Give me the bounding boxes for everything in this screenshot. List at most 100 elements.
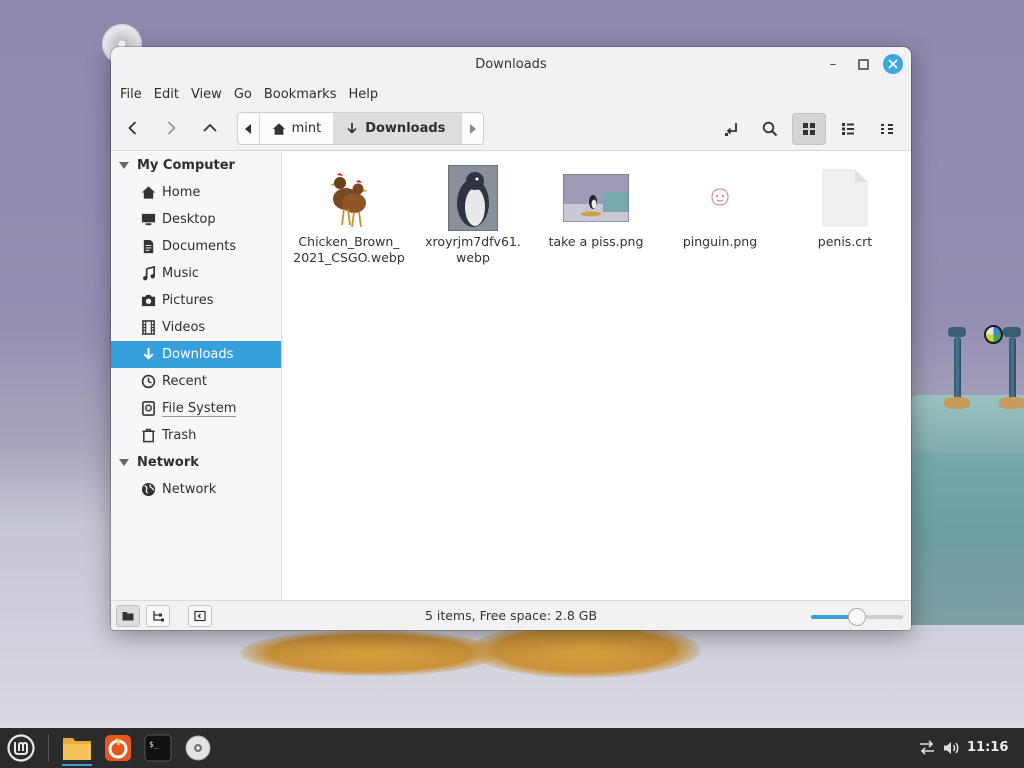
sidebar-item-downloads[interactable]: Downloads	[111, 341, 281, 368]
sidebar-item-desktop[interactable]: Desktop	[111, 206, 281, 233]
collapse-triangle-icon	[119, 162, 129, 169]
menu-help[interactable]: Help	[342, 87, 384, 102]
sidebar-item-label: Recent	[162, 374, 207, 389]
drive-icon	[140, 401, 156, 417]
sidebar-item-label: Network	[162, 482, 217, 497]
sidebar-section-network[interactable]: Network	[111, 449, 281, 476]
file-view[interactable]: Chicken_Brown_ 2021_CSGO.webp xroyrjm7df…	[283, 152, 911, 600]
sidebar-section-title: My Computer	[137, 158, 235, 173]
menu-view[interactable]: View	[185, 87, 228, 102]
title-bar[interactable]: Downloads –	[111, 47, 911, 81]
close-button[interactable]	[883, 54, 903, 74]
file-item[interactable]: Chicken_Brown_ 2021_CSGO.webp	[287, 164, 411, 266]
zoom-slider-handle[interactable]	[848, 608, 866, 626]
clock-icon	[140, 374, 156, 390]
chevron-left-icon	[128, 121, 137, 135]
file-item[interactable]: penis.crt	[783, 164, 907, 250]
grid-icon	[803, 123, 815, 135]
breadcrumb-scroll-right[interactable]	[461, 113, 483, 144]
sidebar: My Computer Home Desktop Documents Music…	[111, 152, 282, 600]
home-icon	[140, 185, 156, 201]
sidebar-item-videos[interactable]: Videos	[111, 314, 281, 341]
start-menu-button[interactable]	[5, 733, 37, 763]
taskbar-firefox-app[interactable]	[101, 730, 135, 766]
volume-icon	[944, 742, 959, 754]
list-view-button[interactable]	[831, 113, 865, 145]
back-button[interactable]	[117, 113, 149, 143]
up-button[interactable]	[194, 113, 226, 143]
globe-icon	[140, 482, 156, 498]
sidebar-item-trash[interactable]: Trash	[111, 422, 281, 449]
minimize-button[interactable]: –	[823, 54, 843, 74]
file-name: penis.crt	[817, 234, 873, 249]
file-item[interactable]: take a piss.png	[534, 164, 658, 250]
network-tray-icon[interactable]	[918, 728, 936, 768]
sidebar-item-home[interactable]: Home	[111, 179, 281, 206]
sidebar-item-recent[interactable]: Recent	[111, 368, 281, 395]
icon-view-button[interactable]	[792, 113, 826, 145]
search-button[interactable]	[753, 113, 787, 145]
network-disconnected-icon	[920, 740, 934, 755]
svg-text:$_: $_	[149, 740, 159, 749]
sidebar-item-label: Desktop	[162, 212, 216, 227]
clock[interactable]: 11:16	[967, 740, 1008, 755]
home-icon	[272, 122, 285, 135]
taskbar-terminal-app[interactable]: $_	[141, 730, 175, 766]
download-icon	[347, 122, 357, 134]
menu-file[interactable]: File	[114, 87, 148, 102]
volume-tray-icon[interactable]	[943, 728, 961, 768]
bathroom-image	[534, 164, 658, 232]
maximize-button[interactable]	[853, 54, 873, 74]
search-icon	[762, 121, 778, 137]
taskbar-disc-app[interactable]	[181, 730, 215, 766]
breadcrumb-home-label: mint	[291, 121, 322, 136]
status-bar: 5 items, Free space: 2.8 GB	[111, 600, 911, 630]
sidebar-item-documents[interactable]: Documents	[111, 233, 281, 260]
breadcrumb-home[interactable]: mint	[260, 113, 334, 144]
breadcrumb-downloads-label: Downloads	[365, 121, 446, 136]
music-icon	[140, 266, 156, 282]
sidebar-section-title: Network	[137, 455, 199, 470]
sidebar-item-label: Trash	[162, 428, 197, 443]
sidebar-section-my-computer[interactable]: My Computer	[111, 152, 281, 179]
sidebar-item-pictures[interactable]: Pictures	[111, 287, 281, 314]
firefox-icon	[105, 735, 131, 761]
pinguin-sketch-image	[658, 164, 782, 232]
forward-button[interactable]	[155, 113, 187, 143]
triangle-right-icon	[469, 123, 476, 134]
file-item[interactable]: pinguin.png	[658, 164, 782, 250]
menu-go[interactable]: Go	[228, 87, 258, 102]
busy-cursor-icon	[984, 325, 1003, 344]
menu-bookmarks[interactable]: Bookmarks	[258, 87, 343, 102]
sidebar-item-music[interactable]: Music	[111, 260, 281, 287]
open-terminal-button[interactable]	[715, 113, 749, 145]
document-icon	[140, 239, 156, 255]
breadcrumb-downloads[interactable]: Downloads	[333, 113, 462, 144]
breadcrumb-scroll-left[interactable]	[238, 113, 260, 144]
menu-edit[interactable]: Edit	[148, 87, 185, 102]
camera-icon	[140, 293, 156, 309]
menu-bar: File Edit View Go Bookmarks Help	[111, 81, 911, 107]
file-item[interactable]: xroyrjm7dfv61. webp	[411, 164, 535, 266]
sidebar-item-label: Home	[162, 185, 201, 200]
penguin-image	[411, 164, 535, 232]
compact-list-icon	[881, 124, 893, 134]
toolbar: mint Downloads	[111, 107, 911, 151]
triangle-left-icon	[245, 123, 252, 134]
compact-view-button[interactable]	[870, 113, 904, 145]
zoom-slider[interactable]	[811, 608, 903, 626]
sidebar-item-file-system[interactable]: File System	[111, 395, 281, 422]
film-icon	[140, 320, 156, 336]
sidebar-item-label: Music	[162, 266, 199, 281]
trash-icon	[140, 428, 156, 444]
sidebar-item-label: Downloads	[162, 347, 234, 362]
taskbar-files-app[interactable]	[60, 730, 94, 766]
file-name: Chicken_Brown_ 2021_CSGO.webp	[293, 234, 405, 265]
window-title: Downloads	[475, 56, 547, 72]
file-name: take a piss.png	[548, 234, 644, 249]
status-text: 5 items, Free space: 2.8 GB	[424, 608, 598, 623]
sidebar-item-label: Documents	[162, 239, 237, 254]
folder-icon	[63, 738, 91, 760]
mint-logo-icon	[7, 734, 35, 762]
sidebar-item-network[interactable]: Network	[111, 476, 281, 503]
